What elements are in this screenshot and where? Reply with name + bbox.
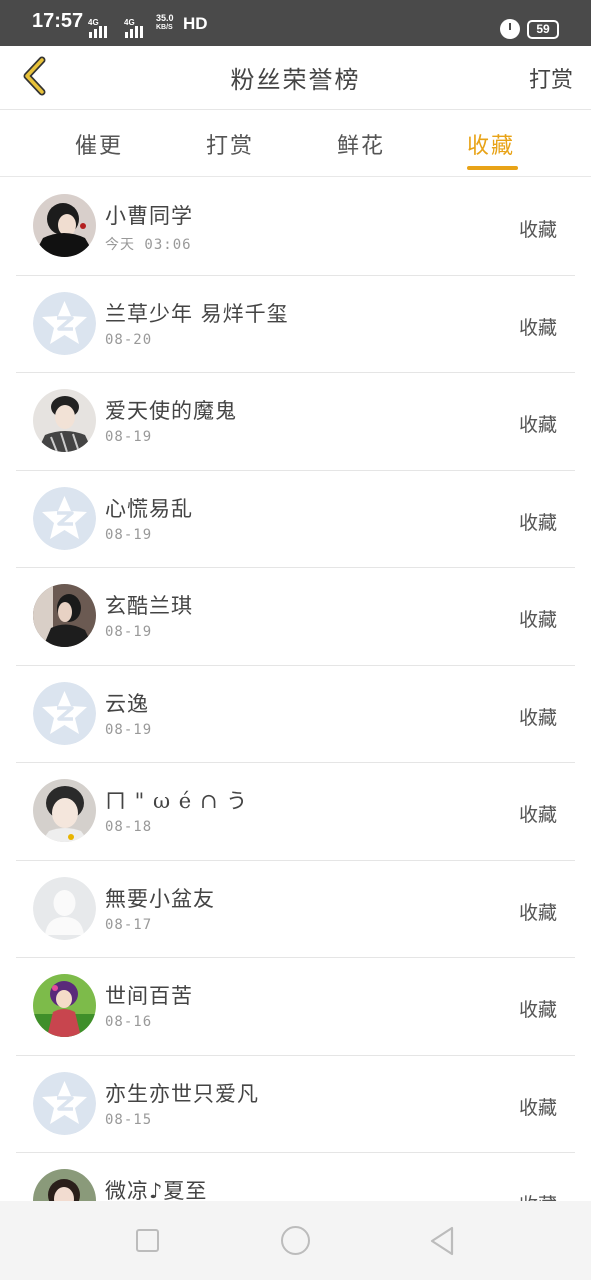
avatar [33,1169,96,1201]
action-label: 收藏 [518,804,557,826]
list-item[interactable]: 云逸 08-19 收藏 [0,666,591,763]
list-item[interactable]: 心慌易乱 08-19 收藏 [0,471,591,568]
action-label: 收藏 [518,1096,557,1119]
action-label: 收藏 [518,414,557,436]
fan-date: 今天 03:06 [105,237,192,253]
list-item[interactable]: 爱天使的魔鬼 08-19 收藏 [0,373,591,471]
fan-list: 小曹同学 今天 03:06 收藏 兰草少年 易烊千玺 08-20 收藏 爱天使的… [0,178,591,1201]
app-header: 粉丝荣誉榜 打赏 [0,46,591,110]
avatar [33,389,96,452]
fan-date: 08-20 [105,331,153,348]
signal-icon [89,26,107,38]
active-tab-indicator [467,166,518,170]
action-label: 收藏 [518,609,557,631]
fan-date: 08-16 [105,1014,153,1030]
fan-date: 08-19 [105,624,153,640]
avatar [33,779,96,842]
default-avatar-icon [33,1071,96,1135]
action-label: 收藏 [518,999,557,1021]
fan-name: 微凉♪夏至 [105,1179,208,1201]
action-label: 收藏 [518,316,557,339]
system-nav-bar [0,1201,591,1280]
page-title: 粉丝荣誉榜 [230,66,361,94]
fan-date: 08-15 [105,1111,153,1128]
action-label: 收藏 [519,1190,557,1201]
action-label: 收藏 [518,511,557,534]
fan-date: 08-18 [105,819,153,835]
tab-urge[interactable]: 催更 [75,128,123,160]
battery-icon: 59 [527,20,559,39]
list-item[interactable]: 微凉♪夏至 收藏 [0,1153,591,1201]
fan-name: 兰草少年 易烊千玺 [105,301,289,326]
fan-name: ㄇ " ω é ∩ う [105,789,249,813]
action-label: 收藏 [518,706,557,729]
signal-icon-2 [125,26,143,38]
list-item[interactable]: 無要小盆友 08-17 收藏 [0,861,591,958]
list-item[interactable]: 玄酷兰琪 08-19 收藏 [0,568,591,666]
fan-name: 世间百苦 [105,984,193,1008]
fan-date: 08-19 [105,526,153,543]
default-avatar-icon [33,291,96,355]
tab-tip[interactable]: 打赏 [206,128,254,160]
avatar [33,974,96,1037]
list-item[interactable]: 世间百苦 08-16 收藏 [0,958,591,1056]
avatar [33,584,96,647]
action-label: 收藏 [518,219,557,241]
blank-avatar-icon [33,876,96,940]
default-avatar-icon [33,486,96,550]
tip-button[interactable]: 打赏 [529,62,573,94]
list-item[interactable]: 兰草少年 易烊千玺 08-20 收藏 [0,276,591,373]
recent-apps-button[interactable] [136,1229,159,1252]
fan-name: 小曹同学 [105,204,193,228]
status-time: 17:57 [32,10,84,32]
fan-name: 心慌易乱 [105,496,193,521]
category-tabs: 催更 打赏 鲜花 收藏 [0,111,591,177]
alarm-icon [500,19,520,39]
fan-name: 無要小盆友 [105,886,215,911]
fan-name: 玄酷兰琪 [105,594,193,618]
status-bar: 17:57 4G 4G 35.0 KB/S HD 59 [0,0,591,46]
list-item[interactable]: 亦生亦世只爱凡 08-15 收藏 [0,1056,591,1153]
action-label: 收藏 [518,901,557,924]
default-avatar-icon [33,681,96,745]
fan-date: 08-19 [105,721,153,738]
fan-name: 亦生亦世只爱凡 [105,1081,259,1106]
tab-favorites[interactable]: 收藏 [467,128,515,160]
list-item[interactable]: 小曹同学 今天 03:06 收藏 [0,178,591,276]
fan-date: 08-19 [105,429,153,445]
home-button[interactable] [281,1226,310,1255]
fan-name: 爱天使的魔鬼 [105,399,237,423]
avatar [33,194,96,257]
hd-indicator: HD [183,14,208,33]
back-nav-button[interactable] [428,1225,456,1257]
network-speed: 35.0 KB/S [156,13,174,32]
list-item[interactable]: ㄇ " ω é ∩ う 08-18 收藏 [0,763,591,861]
fan-name: 云逸 [105,691,149,716]
tab-flowers[interactable]: 鲜花 [337,128,385,160]
fan-date: 08-17 [105,916,153,933]
